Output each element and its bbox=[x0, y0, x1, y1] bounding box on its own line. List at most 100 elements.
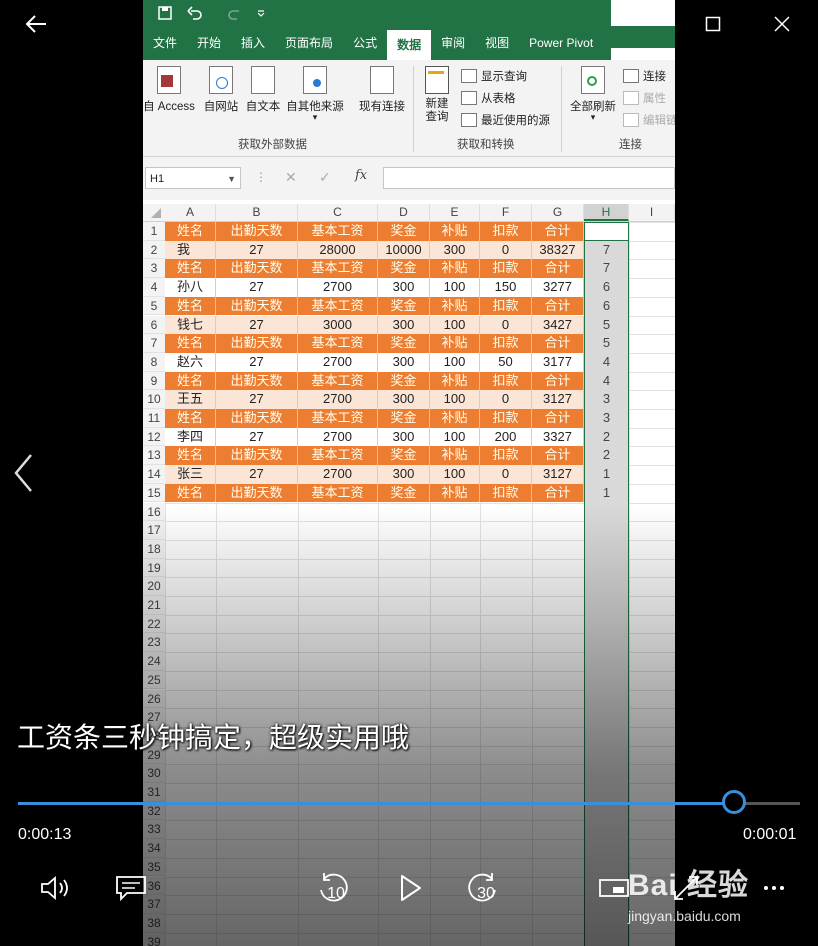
data-cell[interactable]: 0 bbox=[480, 315, 532, 335]
tab-0[interactable]: 文件 bbox=[143, 26, 187, 60]
row-header[interactable]: 11 bbox=[143, 409, 165, 428]
header-cell[interactable]: 姓名 bbox=[165, 334, 216, 353]
header-cell[interactable]: 基本工资 bbox=[298, 259, 378, 279]
column-header-I[interactable]: I bbox=[629, 204, 675, 221]
helper-cell-h[interactable]: 2 bbox=[584, 446, 629, 465]
data-cell[interactable]: 2700 bbox=[298, 390, 378, 409]
row-header[interactable]: 25 bbox=[143, 670, 165, 690]
edit-links-button[interactable]: 编辑链接 bbox=[623, 112, 675, 128]
header-cell[interactable]: 基本工资 bbox=[298, 483, 378, 503]
row-header[interactable]: 3 bbox=[143, 259, 165, 279]
save-icon[interactable] bbox=[158, 6, 172, 20]
header-cell[interactable]: 基本工资 bbox=[298, 409, 378, 428]
data-cell[interactable]: 300 bbox=[378, 427, 430, 447]
data-cell[interactable]: 3277 bbox=[532, 278, 584, 297]
header-cell[interactable]: 扣款 bbox=[480, 371, 532, 391]
tab-5[interactable]: 数据 bbox=[387, 30, 432, 60]
data-cell[interactable]: 3327 bbox=[532, 427, 584, 447]
data-cell[interactable]: 300 bbox=[378, 465, 430, 484]
row-header[interactable]: 15 bbox=[143, 483, 165, 503]
data-cell[interactable]: 300 bbox=[430, 240, 480, 260]
refresh-all-button[interactable]: 全部刷新 ▾ bbox=[567, 62, 619, 123]
header-cell[interactable]: 奖金 bbox=[378, 371, 430, 391]
data-cell[interactable]: 27 bbox=[216, 352, 298, 372]
column-header-G[interactable]: G bbox=[532, 204, 584, 221]
data-cell[interactable]: 100 bbox=[430, 352, 480, 372]
data-cell[interactable]: 0 bbox=[480, 465, 532, 484]
data-cell[interactable]: 27 bbox=[216, 465, 298, 484]
header-cell[interactable]: 扣款 bbox=[480, 409, 532, 428]
header-cell[interactable]: 出勤天数 bbox=[216, 259, 298, 279]
header-cell[interactable]: 补贴 bbox=[430, 446, 480, 466]
data-cell[interactable]: 赵六 bbox=[165, 352, 216, 372]
tab-4[interactable]: 公式 bbox=[343, 26, 387, 60]
from-access-button[interactable]: 自 Access bbox=[143, 62, 197, 114]
customize-qat-icon[interactable] bbox=[257, 9, 265, 17]
header-cell[interactable]: 姓名 bbox=[165, 259, 216, 279]
row-header[interactable]: 23 bbox=[143, 633, 165, 653]
data-cell[interactable]: 150 bbox=[480, 278, 532, 297]
helper-cell-h[interactable]: 5 bbox=[584, 334, 629, 353]
row-header[interactable]: 5 bbox=[143, 296, 165, 316]
data-cell[interactable]: 100 bbox=[430, 427, 480, 447]
data-cell[interactable]: 50 bbox=[480, 352, 532, 372]
header-cell[interactable]: 补贴 bbox=[430, 409, 480, 428]
header-cell[interactable]: 姓名 bbox=[165, 446, 216, 466]
recent-sources-button[interactable]: 最近使用的源 bbox=[461, 112, 550, 128]
header-cell[interactable]: 出勤天数 bbox=[216, 409, 298, 428]
properties-button[interactable]: 属性 bbox=[623, 90, 666, 106]
header-cell[interactable]: 基本工资 bbox=[298, 371, 378, 391]
data-cell[interactable]: 3127 bbox=[532, 465, 584, 484]
worksheet[interactable]: A B C D E F G H I 1 姓名 出勤天数 基本工资 奖金 补贴 扣款 合计 2 我 27 28000 100… bbox=[143, 200, 675, 946]
data-cell[interactable]: 27 bbox=[216, 240, 298, 260]
header-cell[interactable]: 基本工资 bbox=[298, 446, 378, 466]
data-cell[interactable]: 100 bbox=[430, 465, 480, 484]
from-text-button[interactable]: 自文本 bbox=[243, 62, 283, 114]
header-cell[interactable]: 扣款 bbox=[480, 222, 532, 241]
helper-cell-h[interactable]: 2 bbox=[584, 428, 629, 447]
data-cell[interactable]: 27 bbox=[216, 390, 298, 409]
helper-cell-h[interactable]: 4 bbox=[584, 372, 629, 391]
row-header[interactable]: 4 bbox=[143, 278, 165, 297]
row-header[interactable]: 19 bbox=[143, 558, 165, 578]
header-cell[interactable]: 扣款 bbox=[480, 296, 532, 316]
data-cell[interactable]: 李四 bbox=[165, 427, 216, 447]
seek-bar[interactable] bbox=[18, 802, 800, 805]
from-table-button[interactable]: 从表格 bbox=[461, 90, 516, 106]
data-cell[interactable]: 38327 bbox=[532, 240, 584, 260]
row-header[interactable]: 9 bbox=[143, 371, 165, 391]
data-cell[interactable]: 100 bbox=[430, 390, 480, 409]
helper-cell-h[interactable]: 6 bbox=[584, 278, 629, 297]
helper-cell-h[interactable]: 4 bbox=[584, 353, 629, 372]
helper-cell-h[interactable]: 7 bbox=[584, 241, 629, 260]
header-cell[interactable]: 补贴 bbox=[430, 222, 480, 241]
header-cell[interactable]: 出勤天数 bbox=[216, 296, 298, 316]
header-cell[interactable]: 合计 bbox=[532, 222, 584, 241]
tab-8[interactable]: Power Pivot bbox=[519, 26, 603, 60]
name-box[interactable]: H1 ▼ bbox=[145, 167, 241, 189]
row-header[interactable]: 12 bbox=[143, 427, 165, 447]
helper-cell-h[interactable]: 1 bbox=[584, 465, 629, 484]
data-cell[interactable]: 300 bbox=[378, 352, 430, 372]
redo-icon[interactable] bbox=[221, 6, 243, 20]
captions-button[interactable] bbox=[109, 866, 153, 910]
data-cell[interactable]: 0 bbox=[480, 390, 532, 409]
tab-3[interactable]: 页面布局 bbox=[275, 26, 343, 60]
row-header[interactable]: 34 bbox=[143, 839, 165, 858]
row-header[interactable]: 24 bbox=[143, 652, 165, 671]
volume-button[interactable] bbox=[34, 866, 78, 910]
header-cell[interactable]: 奖金 bbox=[378, 483, 430, 503]
data-cell[interactable]: 200 bbox=[480, 427, 532, 447]
data-cell[interactable]: 100 bbox=[430, 315, 480, 335]
column-header-D[interactable]: D bbox=[378, 204, 430, 221]
header-cell[interactable]: 出勤天数 bbox=[216, 483, 298, 503]
row-header[interactable]: 21 bbox=[143, 596, 165, 615]
header-cell[interactable]: 姓名 bbox=[165, 296, 216, 316]
header-cell[interactable]: 奖金 bbox=[378, 259, 430, 279]
data-cell[interactable]: 300 bbox=[378, 315, 430, 335]
row-header[interactable]: 18 bbox=[143, 539, 165, 559]
row-header[interactable]: 20 bbox=[143, 577, 165, 596]
column-header-E[interactable]: E bbox=[430, 204, 480, 221]
header-cell[interactable]: 姓名 bbox=[165, 222, 216, 241]
tab-2[interactable]: 插入 bbox=[231, 26, 275, 60]
